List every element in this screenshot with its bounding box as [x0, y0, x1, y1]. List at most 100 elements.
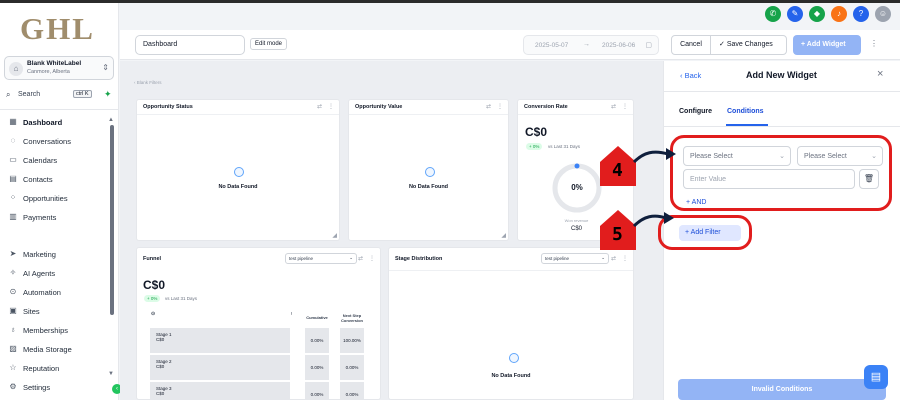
sidebar-item-conversations[interactable]: ◌ Conversations	[8, 136, 108, 150]
next-step-cell: 0.00%	[340, 382, 364, 400]
widget-opportunity-value[interactable]: Opportunity Value ⇄ ⋮ No Data Found ◢	[348, 99, 509, 241]
swap-icon[interactable]: ⇄	[358, 255, 363, 262]
cumulative-cell: 0.00%	[305, 328, 329, 353]
no-data-text: No Data Found	[408, 184, 449, 190]
next-step-cell: 0.00%	[340, 355, 364, 380]
stage-column-icon: ⊙	[151, 311, 156, 317]
back-button[interactable]: ‹ Back	[680, 71, 701, 80]
chat-widget-icon[interactable]: ▤	[864, 365, 888, 389]
sites-icon: ▣	[9, 306, 17, 315]
step4-label: 4	[612, 160, 623, 181]
media-icon: ▨	[9, 344, 17, 353]
sidebar-search[interactable]: ⌕ Search ctrl K ✦	[6, 89, 112, 103]
widget-title: Opportunity Value	[355, 104, 403, 110]
edit-mode-badge[interactable]: Edit mode	[250, 38, 288, 50]
send-icon: ➤	[9, 249, 17, 258]
col-next-step: Next Step Conversion	[340, 313, 363, 323]
tab-conditions[interactable]: Conditions	[727, 108, 764, 115]
sidebar-item-reputation[interactable]: ☆ Reputation	[8, 363, 108, 377]
location-icon: ⌂	[9, 62, 23, 76]
widget-title: Funnel	[143, 256, 162, 262]
ai-icon: ✧	[9, 268, 17, 277]
announcements-icon[interactable]: ◆	[809, 6, 825, 22]
widget-funnel[interactable]: Funnel test pipeline ⌄ ⇄ ⋮ C$0 + 0% vs La…	[136, 247, 381, 400]
panel-divider	[664, 91, 900, 92]
sidebar-item-automation[interactable]: ⊙ Automation	[8, 287, 108, 301]
invalid-conditions-button[interactable]: Invalid Conditions	[678, 379, 886, 400]
funnel-stage-row[interactable]: Stage 1 C$0	[150, 328, 290, 353]
arrow-right-icon: →	[583, 41, 590, 48]
trend-badge: + 0%	[144, 295, 161, 302]
sidebar-item-media-storage[interactable]: ▨ Media Storage	[8, 344, 108, 358]
megaphone-icon[interactable]: ✎	[787, 6, 803, 22]
sidebar-item-payments[interactable]: ▥ Payments	[8, 212, 108, 226]
tab-configure[interactable]: Configure	[679, 108, 712, 115]
funnel-stage-row[interactable]: Stage 2 C$0	[150, 355, 290, 380]
save-changes-button[interactable]: ✓ Save Changes	[710, 35, 787, 55]
more-options-icon[interactable]: ⋮	[622, 255, 628, 262]
location-switcher[interactable]: ⌂ Blank WhiteLabel Canmore, Alberta ⇕	[4, 56, 114, 80]
sidebar-item-memberships[interactable]: ♁ Memberships	[8, 325, 108, 339]
resize-handle-icon[interactable]: ◢	[332, 232, 337, 239]
sidebar-item-marketing[interactable]: ➤ Marketing	[8, 249, 108, 263]
bell-icon[interactable]: ♪	[831, 6, 847, 22]
sidebar-item-ai-agents[interactable]: ✧ AI Agents	[8, 268, 108, 282]
resize-handle-icon[interactable]: ◢	[501, 232, 506, 239]
sidebar-item-opportunities[interactable]: ⁘ Opportunities	[8, 193, 108, 207]
add-widget-button[interactable]: + Add Widget	[793, 35, 861, 55]
widget-opportunity-status[interactable]: Opportunity Status ⇄ ⋮ No Data Found ◢	[136, 99, 340, 241]
col-cumulative: Cumulative	[306, 315, 328, 320]
star-icon: ☆	[9, 363, 17, 372]
swap-icon[interactable]: ⇄	[317, 103, 322, 110]
scroll-down-icon[interactable]: ▼	[108, 371, 114, 377]
sidebar-item-calendars[interactable]: ▭ Calendars	[8, 155, 108, 169]
phone-icon[interactable]: ✆	[765, 6, 781, 22]
dashboard-toolbar: Dashboard Edit mode 2025-05-07 → 2025-06…	[120, 30, 900, 60]
chevron-down-icon: ⌄	[349, 255, 353, 260]
contacts-icon: ▤	[9, 174, 17, 183]
stage-amount: C$0	[156, 337, 165, 342]
search-label: Search	[18, 91, 41, 98]
sidebar-item-sites[interactable]: ▣ Sites	[8, 306, 108, 320]
stage-amount: C$0	[156, 391, 165, 396]
swap-icon[interactable]: ⇄	[486, 103, 491, 110]
date-to: 2025-06-06	[602, 42, 636, 49]
more-options-icon[interactable]: ⋮	[328, 103, 334, 110]
more-options-icon[interactable]: ⋮	[870, 39, 878, 48]
dashboard-canvas: ‹ Blank Filters Opportunity Status ⇄ ⋮ N…	[120, 61, 663, 400]
trend-badge: + 0%	[526, 143, 543, 150]
cancel-button[interactable]: Cancel	[671, 35, 711, 55]
swap-icon[interactable]: ⇄	[611, 103, 616, 110]
pipeline-select-value: test pipeline	[545, 256, 570, 261]
filters-breadcrumb[interactable]: ‹ Blank Filters	[134, 80, 162, 85]
close-icon[interactable]: ×	[877, 68, 883, 80]
scroll-up-icon[interactable]: ▲	[108, 117, 114, 123]
calendar-icon: ▭	[9, 155, 17, 164]
panel-title: Add New Widget	[746, 70, 817, 80]
search-icon: ⌕	[6, 90, 11, 99]
conversion-value: C$0	[525, 125, 548, 139]
gauge-value: 0%	[571, 183, 583, 192]
pipeline-select[interactable]: test pipeline ⌄	[541, 253, 609, 264]
brand-logo[interactable]: GHL	[20, 11, 95, 47]
check-icon: ✓	[719, 41, 727, 48]
more-options-icon[interactable]: ⋮	[497, 103, 503, 110]
sidebar-item-dashboard[interactable]: ▦ Dashboard	[8, 117, 108, 131]
pipeline-select[interactable]: test pipeline ⌄	[285, 253, 357, 264]
widget-stage-distribution[interactable]: Stage Distribution test pipeline ⌄ ⇄ ⋮ No…	[388, 247, 634, 400]
sidebar-item-contacts[interactable]: ▤ Contacts	[8, 174, 108, 188]
avatar[interactable]: ☺	[875, 6, 891, 22]
widget-divider	[137, 114, 339, 115]
more-options-icon[interactable]: ⋮	[369, 255, 375, 262]
help-icon[interactable]: ?	[853, 6, 869, 22]
funnel-stage-row[interactable]: Stage 3 C$0	[150, 382, 290, 400]
sparkle-icon[interactable]: ✦	[104, 89, 112, 100]
widget-divider	[389, 270, 633, 271]
sidebar-item-settings[interactable]: ⚙ Settings	[8, 382, 108, 396]
date-range-picker[interactable]: 2025-05-07 → 2025-06-06 ▢	[523, 35, 659, 55]
dashboard-name-input[interactable]: Dashboard	[135, 35, 245, 55]
swap-icon[interactable]: ⇄	[611, 255, 616, 262]
sidebar-scrollbar[interactable]	[110, 125, 114, 315]
widget-title: Stage Distribution	[395, 256, 443, 262]
more-options-icon[interactable]: ⋮	[622, 103, 628, 110]
